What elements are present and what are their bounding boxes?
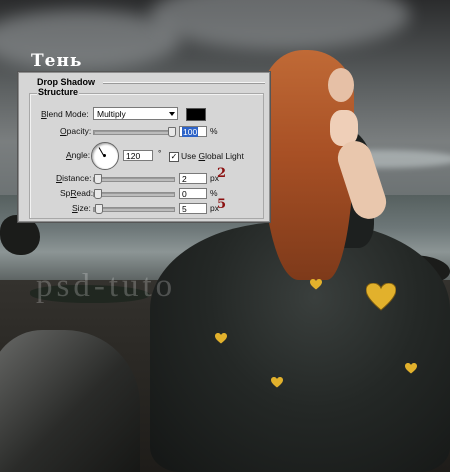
size-label: Size: xyxy=(72,203,91,213)
heart-icon xyxy=(215,333,227,344)
distance-slider[interactable] xyxy=(93,174,175,184)
watermark: psd-tuto xyxy=(36,268,177,304)
opacity-unit: % xyxy=(210,126,218,136)
spread-label: SpRead: xyxy=(60,188,94,198)
group-title: Structure xyxy=(37,87,80,97)
face xyxy=(328,68,354,102)
dialog-title: Drop Shadow xyxy=(37,77,95,87)
size-input[interactable]: 5 xyxy=(179,203,207,214)
spread-slider-thumb[interactable] xyxy=(94,189,102,199)
angle-unit: ° xyxy=(158,148,162,158)
distance-label: Distance: xyxy=(56,173,92,183)
distance-input[interactable]: 2 xyxy=(179,173,207,184)
blend-mode-label: Blend Mode: xyxy=(41,109,89,119)
heart-icon xyxy=(405,363,417,374)
opacity-slider-thumb[interactable] xyxy=(168,127,176,137)
opacity-slider[interactable] xyxy=(93,127,176,137)
divider xyxy=(103,82,265,84)
page-caption: Тень xyxy=(31,51,83,71)
heart-icon xyxy=(310,279,322,290)
opacity-label: Opacity: xyxy=(60,126,92,136)
chevron-down-icon xyxy=(169,112,175,116)
spread-input[interactable]: 0 xyxy=(179,188,207,199)
size-slider[interactable] xyxy=(93,204,175,214)
spread-slider[interactable] xyxy=(93,189,175,199)
blend-mode-select[interactable]: Multiply xyxy=(93,107,178,120)
drop-shadow-dialog: Drop Shadow Structure Blend Mode: Multip… xyxy=(18,72,270,222)
angle-input[interactable]: 120 xyxy=(123,150,153,161)
size-slider-thumb[interactable] xyxy=(95,204,104,214)
use-global-light-checkbox[interactable]: ✓ xyxy=(169,152,179,162)
size-annotation: 5 xyxy=(217,197,227,212)
angle-label: Angle: xyxy=(66,150,91,160)
cloud xyxy=(150,0,410,50)
use-global-light-label: Use Global Light xyxy=(181,151,244,161)
distance-slider-thumb[interactable] xyxy=(94,174,102,184)
opacity-input[interactable]: 100 xyxy=(179,126,207,137)
distance-annotation: 2 xyxy=(217,166,227,181)
shadow-color-swatch[interactable] xyxy=(186,108,206,121)
heart-pendant xyxy=(366,283,396,311)
angle-dial[interactable] xyxy=(91,142,119,170)
heart-icon xyxy=(271,377,283,388)
